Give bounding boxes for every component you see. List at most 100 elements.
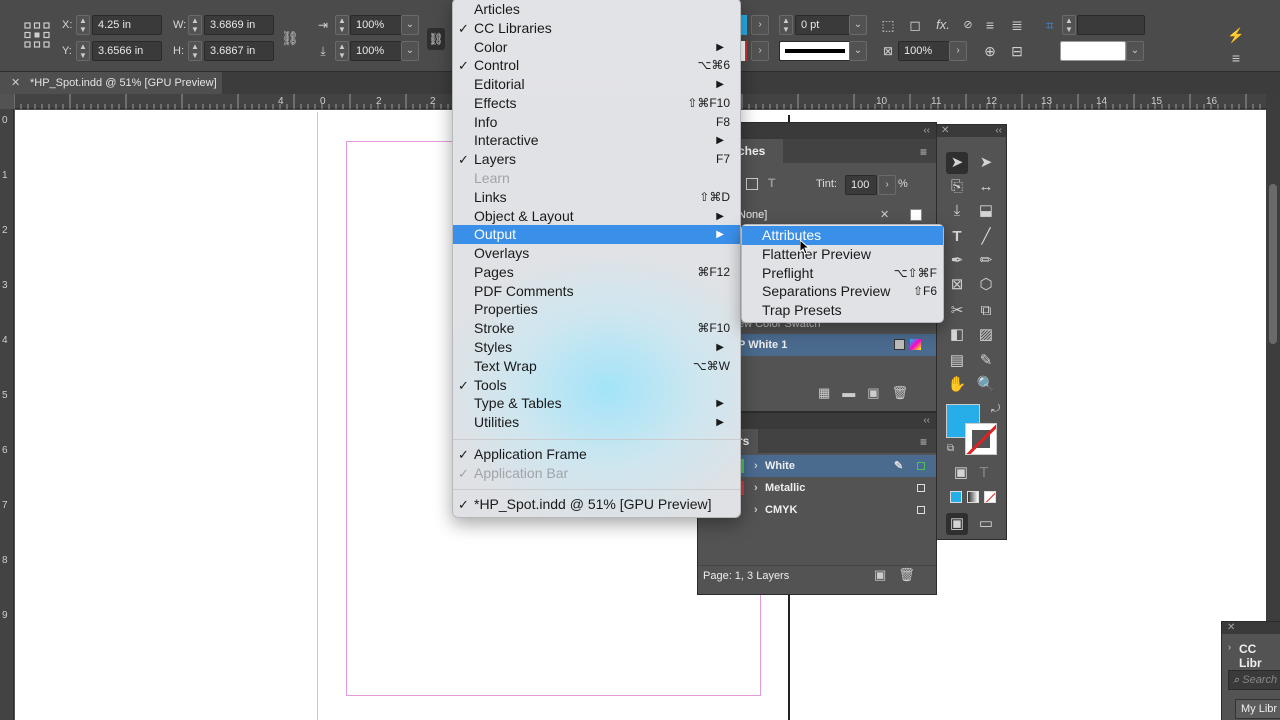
cc-search-input[interactable]: ⌕ Search (1228, 670, 1280, 690)
menu-item-effects[interactable]: Effects ⇧⌘F10 (453, 94, 740, 113)
x-stepper[interactable]: ▲ ▼ (76, 15, 90, 35)
menu-item-pages[interactable]: Pages ⌘F12 (453, 263, 740, 282)
close-icon[interactable]: ✕ (11, 72, 20, 94)
stroke-dropdown[interactable]: › (751, 41, 769, 61)
stroke-swatch[interactable] (965, 423, 997, 455)
stroke-type-dropdown[interactable]: ⌄ (849, 41, 867, 61)
submenu-item-separations-preview[interactable]: Separations Preview ⇧F6 (742, 282, 943, 301)
pen-tool-icon[interactable]: ✒ (946, 250, 968, 272)
submenu-item-attributes[interactable]: Attributes (742, 226, 943, 245)
apply-gradient-icon[interactable] (967, 491, 979, 503)
menu-item-utilities[interactable]: Utilities ▶ (453, 413, 740, 432)
menu-item-links[interactable]: Links ⇧⌘D (453, 188, 740, 207)
tint-field[interactable]: 100 (845, 175, 877, 195)
text-icon[interactable]: T (768, 176, 775, 190)
stroke-weight-field[interactable]: 0 pt (795, 15, 851, 35)
scale-y-dropdown[interactable]: ⌄ (401, 41, 419, 61)
formatting-container-icon[interactable]: ▣ (950, 462, 972, 484)
menu-item-control[interactable]: ✓ Control ⌥⌘6 (453, 56, 740, 75)
menu-item-application-frame[interactable]: ✓ Application Frame (453, 445, 740, 464)
menu-item-output[interactable]: Output ▶ (453, 225, 740, 245)
tint-dropdown[interactable]: › (878, 175, 896, 195)
menu-item-articles[interactable]: Articles (453, 0, 740, 19)
menu-item-color[interactable]: Color ▶ (453, 38, 740, 57)
scissors-tool-icon[interactable]: ✂ (946, 300, 968, 322)
opacity-dropdown[interactable]: › (949, 41, 967, 61)
default-colors-icon[interactable]: ⧉ (947, 443, 954, 454)
menu-item-text-wrap[interactable]: Text Wrap ⌥⌘W (453, 357, 740, 376)
collapse-icon[interactable]: ‹‹ (995, 125, 1002, 137)
menu-item-styles[interactable]: Styles ▶ (453, 338, 740, 357)
zoom-tool-icon[interactable]: 🔍 (975, 374, 997, 396)
y-stepper[interactable]: ▲ ▼ (76, 41, 90, 61)
content-collector-icon[interactable]: ⤓ (946, 200, 968, 222)
menu-item-properties[interactable]: Properties (453, 300, 740, 319)
reference-point-icon[interactable] (24, 22, 50, 48)
object-style-field[interactable] (1060, 41, 1126, 61)
stroke-weight-dropdown[interactable]: ⌄ (849, 15, 867, 35)
rectangle-frame-tool-icon[interactable]: ⊠ (946, 274, 968, 296)
align-left-icon[interactable]: ≡ (980, 15, 1000, 35)
scale-x-dropdown[interactable]: ⌄ (401, 15, 419, 35)
gradient-swatch-tool-icon[interactable]: ◧ (946, 324, 968, 346)
w-stepper[interactable]: ▲ ▼ (188, 15, 202, 35)
gradient-feather-tool-icon[interactable]: ▨ (975, 324, 997, 346)
align-field[interactable] (1077, 15, 1145, 35)
direct-selection-tool-icon[interactable]: ➤ (975, 152, 997, 174)
panel-menu-icon[interactable]: ≡ (920, 435, 927, 449)
close-icon[interactable]: ✕ (1222, 622, 1280, 634)
opacity-field[interactable]: 100% (898, 41, 950, 61)
submenu-item-preflight[interactable]: Preflight ⌥⇧⌘F (742, 264, 943, 283)
eyedropper-tool-icon[interactable]: ✎ (975, 350, 997, 372)
fill-dropdown[interactable]: › (751, 15, 769, 35)
normal-view-icon[interactable]: ▣ (946, 513, 968, 535)
constrain-scale-icon[interactable]: ⛓ (427, 28, 445, 50)
scrollbar-thumb[interactable] (1269, 184, 1277, 344)
stroke-type-field[interactable] (779, 41, 851, 61)
screen-mode-icon[interactable]: ▭ (975, 513, 997, 535)
library-dropdown[interactable]: My Libr (1235, 699, 1280, 719)
scale-y-field[interactable]: 100% (350, 41, 402, 61)
effects-icon[interactable]: fx. (933, 15, 953, 35)
frame-fitting-icon[interactable]: ◻ (905, 15, 925, 35)
stroke-weight-stepper[interactable]: ▲ ▼ (779, 15, 793, 35)
gap-tool-icon[interactable]: ↔ (975, 176, 997, 198)
pencil-tool-icon[interactable]: ✏ (975, 250, 997, 272)
fill-icon[interactable] (746, 178, 758, 190)
distribute-icon[interactable]: ⊕ (980, 41, 1000, 61)
panel-menu-icon[interactable]: ≡ (1226, 48, 1246, 68)
y-field[interactable]: 3.6566 in (92, 41, 162, 61)
scale-x-stepper[interactable]: ▲ ▼ (335, 15, 349, 35)
submenu-item-flattener-preview[interactable]: Flattener Preview (742, 245, 943, 264)
menu-item-info[interactable]: Info F8 (453, 113, 740, 132)
menu-item-object-layout[interactable]: Object & Layout ▶ (453, 207, 740, 226)
menu-item-document-window[interactable]: ✓ *HP_Spot.indd @ 51% [GPU Preview] (453, 495, 740, 514)
type-tool-icon[interactable]: T (946, 226, 968, 248)
menu-item-interactive[interactable]: Interactive ▶ (453, 131, 740, 150)
menu-item-stroke[interactable]: Stroke ⌘F10 (453, 319, 740, 338)
line-tool-icon[interactable]: ╱ (975, 226, 997, 248)
constrain-proportions-icon[interactable]: ⛓ (280, 28, 300, 48)
cc-libraries-tab[interactable]: CC Libr (1239, 642, 1280, 670)
menu-item-tools[interactable]: ✓ Tools (453, 376, 740, 395)
effects-clear-icon[interactable]: ⊘ (958, 15, 978, 35)
fill-color-chip[interactable] (741, 15, 747, 35)
polygon-tool-icon[interactable]: ⬡ (975, 274, 997, 296)
menu-item-layers[interactable]: ✓ Layers F7 (453, 150, 740, 169)
note-tool-icon[interactable]: ▤ (946, 350, 968, 372)
w-field[interactable]: 3.6869 in (204, 15, 274, 35)
scale-x-field[interactable]: 100% (350, 15, 402, 35)
align-center-icon[interactable]: ≣ (1007, 15, 1027, 35)
h-field[interactable]: 3.6867 in (204, 41, 274, 61)
vertical-ruler[interactable]: 0 1 2 3 4 5 6 7 8 9 (0, 109, 14, 720)
menu-item-cc-libraries[interactable]: ✓ CC Libraries (453, 19, 740, 38)
hand-tool-icon[interactable]: ✋ (946, 374, 968, 396)
selection-tool-icon[interactable]: ➤ (946, 152, 968, 174)
menu-item-pdf-comments[interactable]: PDF Comments (453, 282, 740, 301)
scale-y-stepper[interactable]: ▲ ▼ (335, 41, 349, 61)
grid-align-icon[interactable]: ⌗ (1040, 15, 1060, 35)
close-icon[interactable]: ✕ (941, 125, 949, 136)
menu-item-editorial[interactable]: Editorial ▶ (453, 75, 740, 94)
page-tool-icon[interactable]: ⎘ (946, 176, 968, 198)
content-placer-icon[interactable]: ⬓ (975, 200, 997, 222)
